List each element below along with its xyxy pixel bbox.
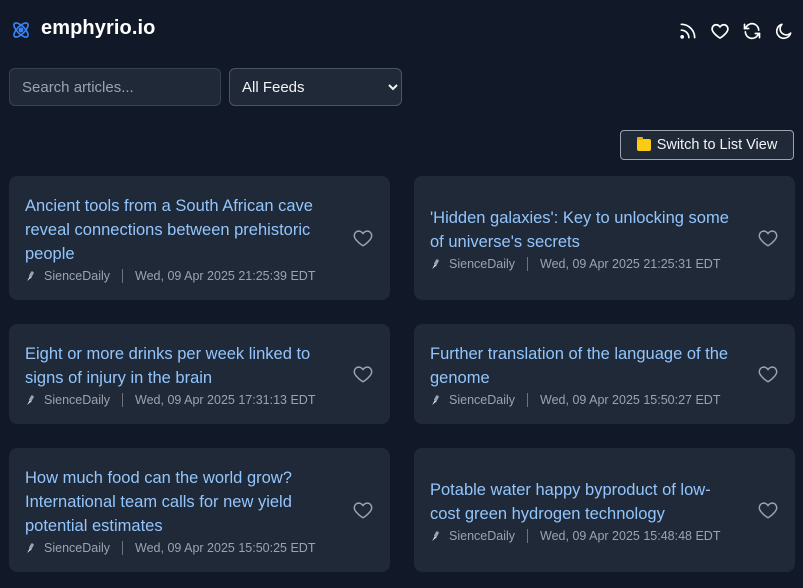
microscope-icon <box>25 270 37 282</box>
meta-divider <box>527 528 529 543</box>
meta-divider <box>122 268 124 283</box>
meta-divider <box>527 256 529 271</box>
microscope-icon <box>430 394 442 406</box>
article-card-body: 'Hidden galaxies': Key to unlocking some… <box>430 206 757 271</box>
feed-select[interactable]: All Feeds <box>229 68 402 106</box>
favorite-heart-icon[interactable] <box>352 499 374 521</box>
article-card-body: Ancient tools from a South African cave … <box>25 194 352 283</box>
article-source: SienceDaily <box>44 392 111 407</box>
article-meta: SienceDaily Wed, 09 Apr 2025 15:50:25 EDT <box>25 540 332 555</box>
article-card-body: Eight or more drinks per week linked to … <box>25 342 352 407</box>
atom-logo-icon <box>13 22 29 38</box>
article-card: 'Hidden galaxies': Key to unlocking some… <box>414 176 795 300</box>
meta-divider <box>527 392 529 407</box>
article-meta: SienceDaily Wed, 09 Apr 2025 15:48:48 EDT <box>430 528 737 543</box>
article-date: Wed, 09 Apr 2025 15:50:25 EDT <box>135 540 316 555</box>
favorite-heart-icon[interactable] <box>757 499 779 521</box>
article-card: Ancient tools from a South African cave … <box>9 176 390 300</box>
article-title-link[interactable]: Further translation of the language of t… <box>430 342 737 390</box>
article-date: Wed, 09 Apr 2025 15:48:48 EDT <box>540 528 721 543</box>
microscope-icon <box>430 530 442 542</box>
meta-divider <box>122 392 124 407</box>
article-meta: SienceDaily Wed, 09 Apr 2025 15:50:27 EDT <box>430 392 737 407</box>
microscope-icon <box>25 394 37 406</box>
article-card-body: How much food can the world grow? Intern… <box>25 466 352 555</box>
article-source: SienceDaily <box>44 268 111 283</box>
article-meta: SienceDaily Wed, 09 Apr 2025 17:31:13 EDT <box>25 392 332 407</box>
article-card: Eight or more drinks per week linked to … <box>9 324 390 424</box>
favorites-heart-icon[interactable] <box>710 21 730 41</box>
app-header: emphyrio.io <box>0 0 803 62</box>
switch-view-button[interactable]: Switch to List View <box>620 130 794 160</box>
brand-name: emphyrio.io <box>41 17 156 39</box>
article-source: SienceDaily <box>44 540 111 555</box>
favorite-heart-icon[interactable] <box>352 227 374 249</box>
article-date: Wed, 09 Apr 2025 17:31:13 EDT <box>135 392 316 407</box>
microscope-icon <box>430 258 442 270</box>
rss-icon[interactable] <box>678 21 698 41</box>
article-title-link[interactable]: Eight or more drinks per week linked to … <box>25 342 332 390</box>
article-card: How much food can the world grow? Intern… <box>9 448 390 572</box>
article-date: Wed, 09 Apr 2025 15:50:27 EDT <box>540 392 721 407</box>
dark-mode-moon-icon[interactable] <box>774 21 794 41</box>
refresh-icon[interactable] <box>742 21 762 41</box>
article-card: Further translation of the language of t… <box>414 324 795 424</box>
article-card: Potable water happy byproduct of low-cos… <box>414 448 795 572</box>
article-card-body: Further translation of the language of t… <box>430 342 757 407</box>
favorite-heart-icon[interactable] <box>757 227 779 249</box>
meta-divider <box>122 540 124 555</box>
article-source: SienceDaily <box>449 528 516 543</box>
article-source: SienceDaily <box>449 256 516 271</box>
switch-view-label: Switch to List View <box>656 137 778 153</box>
article-source: SienceDaily <box>449 392 516 407</box>
article-meta: SienceDaily Wed, 09 Apr 2025 21:25:31 EDT <box>430 256 737 271</box>
search-input[interactable] <box>9 68 221 106</box>
article-date: Wed, 09 Apr 2025 21:25:31 EDT <box>540 256 721 271</box>
favorite-heart-icon[interactable] <box>757 363 779 385</box>
article-title-link[interactable]: How much food can the world grow? Intern… <box>25 466 332 538</box>
article-title-link[interactable]: Potable water happy byproduct of low-cos… <box>430 478 737 526</box>
favorite-heart-icon[interactable] <box>352 363 374 385</box>
microscope-icon <box>25 542 37 554</box>
article-card-body: Potable water happy byproduct of low-cos… <box>430 478 757 543</box>
article-title-link[interactable]: Ancient tools from a South African cave … <box>25 194 332 266</box>
article-title-link[interactable]: 'Hidden galaxies': Key to unlocking some… <box>430 206 737 254</box>
article-meta: SienceDaily Wed, 09 Apr 2025 21:25:39 EDT <box>25 268 332 283</box>
article-date: Wed, 09 Apr 2025 21:25:39 EDT <box>135 268 316 283</box>
folder-icon <box>636 137 651 151</box>
